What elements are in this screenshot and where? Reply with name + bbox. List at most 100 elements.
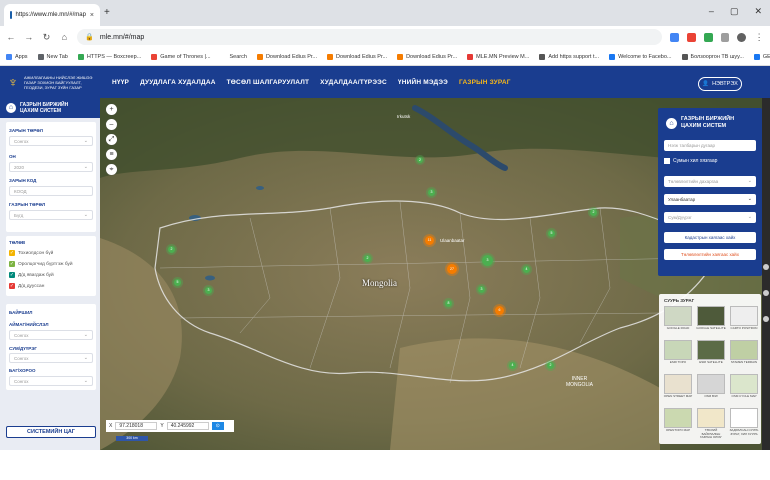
bookmark-item[interactable]: Search [220,53,247,60]
city-select[interactable]: Улаанбаатар ⌄ [664,194,756,205]
nav-item[interactable]: ХУДАЛДАА/ТҮРЭЭС [320,79,387,86]
boundary-checkbox[interactable]: Сумын хил хязгаар [664,158,717,164]
bookmark-item[interactable]: Game of Thrones |... [151,53,211,60]
marker-cluster[interactable]: 4 [523,266,530,273]
checkbox-checked-icon[interactable]: ✓ [9,283,15,289]
forward-icon[interactable]: → [24,32,34,42]
marker-cluster[interactable]: 3 [205,287,212,294]
site-logo[interactable]: ♆ АЖИЛЛАГААНЫ НИЙСЛЭЛ ЖИШЭЭ ГАЗАР ЗОХИОН… [6,70,102,94]
bookmark-item[interactable]: Download Edius Pr... [327,53,387,60]
edge-control-icon[interactable] [763,290,769,296]
marker-cluster[interactable]: 2 [417,157,423,163]
marker-cluster[interactable]: 11 [425,236,434,245]
login-button[interactable]: 👤 НЭВТРЭХ [698,77,742,91]
bookmark-item[interactable]: Add https support t... [539,53,599,60]
measure-icon[interactable]: ⤢ [106,134,117,145]
district-select[interactable]: Сонгох ⌄ [9,353,93,363]
district-select[interactable]: Сум/Дүүрэг ⌄ [664,212,756,223]
bookmark-item[interactable]: Apps [6,53,28,60]
edge-control-icon[interactable] [763,316,769,322]
back-icon[interactable]: ← [6,32,16,42]
basemap-option[interactable]: STAMEN TERRAIN [729,340,759,370]
reload-icon[interactable]: ↻ [42,32,52,43]
marker-cluster[interactable]: 3 [428,189,435,196]
khoroo-select[interactable]: Сонгох ⌄ [9,376,93,386]
zoom-in-icon[interactable]: + [106,104,117,115]
marker-cluster[interactable]: 5 [548,230,555,237]
coord-x-input[interactable]: 97.218018 [115,422,158,430]
bookmark-item[interactable]: HTTPS — Boxcreep... [77,53,141,60]
bookmark-item[interactable]: GEEKS [753,53,770,60]
basemap-option[interactable]: CARTO POSITRON [729,306,759,336]
year-select[interactable]: 2020 ⌄ [9,162,93,172]
status-filter-item[interactable]: ✓ Д/д явагдаж буй [9,272,54,278]
go-to-coordinate-icon[interactable]: ⊙ [211,422,224,430]
ad-code-input[interactable]: КООД [9,186,93,196]
marker-cluster[interactable]: 2 [168,246,175,253]
status-filter-item[interactable]: ✓ Д/д дууссан [9,283,44,289]
checkbox-icon[interactable] [664,158,670,164]
ad-type-select[interactable]: Сонгох ⌄ [9,136,93,146]
home-icon[interactable]: ⌂ [59,32,69,42]
bookmark-item[interactable]: Болзооргон ТВ шуу... [681,53,744,60]
status-filter-item[interactable]: ✓ Оролцогчид бүртгэж буй [9,261,73,267]
nav-item[interactable]: НҮҮР [112,79,129,86]
marker-cluster[interactable]: 3 [478,286,485,293]
profile-avatar-icon[interactable] [737,32,747,42]
basemap-option[interactable]: OPENTOPO MAP [663,408,693,438]
address-bar[interactable]: 🔒 mle.mn/#/map [77,29,663,45]
close-tab-icon[interactable]: × [90,12,94,19]
province-select[interactable]: Сонгох ⌄ [9,330,93,340]
maximize-icon[interactable]: ▢ [730,6,739,17]
basemap-option[interactable]: ТӨСЛИЙ БАЙРЛАЛЫН ГАЗРЫН ЗУРАГ [696,408,726,439]
checkbox-checked-icon[interactable]: ✓ [9,250,15,256]
close-window-icon[interactable]: ✕ [754,6,762,17]
marker-cluster[interactable]: 27 [447,264,457,274]
basemap-option[interactable]: ESRI TOPO [663,340,693,370]
marker-cluster[interactable]: 6 [495,306,504,315]
marker-cluster[interactable]: 8 [445,300,452,307]
basemap-option[interactable]: OSM CYCLE MAP [729,374,759,404]
bookmark-item[interactable]: Download Edius Pr... [397,53,457,60]
extension-icon[interactable] [687,32,696,42]
plan-search-button[interactable]: Төлөвлөлтийн хаягаас хайх [664,249,756,260]
cadastre-search-button[interactable]: Кадастрын хаягаас хайх [664,232,756,243]
marker-cluster[interactable]: 5 [174,279,181,286]
coord-y-input[interactable]: 40.245992 [166,422,209,430]
edge-control-icon[interactable] [763,264,769,270]
marker-cluster[interactable]: 2 [547,362,554,369]
bookmark-item[interactable]: New Tab [37,53,68,60]
checkbox-checked-icon[interactable]: ✓ [9,261,15,267]
basemap-option[interactable]: OPEN STREET MAP [663,374,693,404]
extension-icon[interactable] [720,32,730,42]
minimize-icon[interactable]: – [709,6,714,17]
parcel-number-input[interactable]: Нэгж талбарын дугаар [664,140,756,151]
bookmark-item[interactable]: MLE.MN Preview M... [467,53,529,60]
menu-kebab-icon[interactable]: ⋮ [754,32,764,43]
checkbox-checked-icon[interactable]: ✓ [9,272,15,278]
basemap-option[interactable]: ESRI SATELLITE [696,340,726,370]
marker-cluster[interactable]: 3 [482,255,493,266]
marker-cluster[interactable]: 4 [509,362,516,369]
browser-tab[interactable]: https://www.mle.mn/#/map × [4,4,100,26]
land-type-select[interactable]: Бүгд ⌄ [9,210,93,220]
locate-icon[interactable]: ⌖ [106,164,117,175]
system-time-button[interactable]: СИСТЕМИЙН ЦАГ [6,426,96,438]
nav-item[interactable]: ҮНИЙН МЭДЭЭ [398,79,448,86]
basemap-option[interactable]: GOOGLE SATELLITE [696,306,726,336]
layers-icon[interactable]: ≡ [106,149,117,160]
new-tab-button[interactable]: + [104,7,110,18]
extension-icon[interactable] [670,32,679,42]
marker-cluster[interactable]: 2 [364,255,371,262]
basemap-option[interactable]: ЗАДРАЛСАН СУУРЬ ЗУРАГ, ХИЛ ХУУРЬ [729,408,759,438]
nav-item[interactable]: ТӨСӨЛ ШАЛГАРУУЛАЛТ [227,79,310,86]
nav-item[interactable]: ГАЗРЫН ЗУРАГ [459,79,511,86]
extension-icon[interactable] [703,32,713,42]
status-filter-item[interactable]: ✓ Тохиолдсон бүй [9,250,53,256]
basemap-option[interactable]: OSM B/W [696,374,726,404]
plan-select[interactable]: Төлөвлөлтийн дахаргаа ⌄ [664,176,756,187]
basemap-option[interactable]: GOOGLE ROAD [663,306,693,336]
bookmark-item[interactable]: Welcome to Facebo... [609,53,672,60]
marker-cluster[interactable]: 2 [590,209,597,216]
nav-item[interactable]: ДУУДЛАГА ХУДАЛДАА [140,79,216,86]
